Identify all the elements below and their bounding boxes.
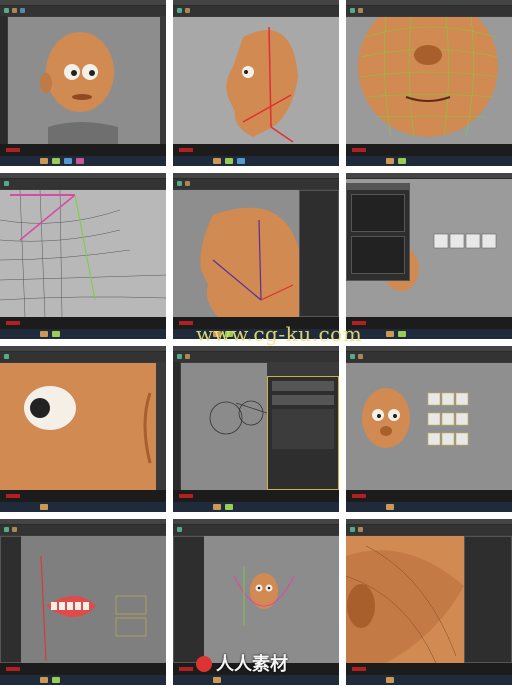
timeline[interactable] [0,317,166,329]
head-joint-render [200,207,299,317]
channel-box[interactable] [299,190,339,317]
tile-teeth-rig [0,519,166,685]
brand-logo-icon [196,656,212,672]
channel-box[interactable] [464,536,512,663]
tile-neck-wireframe [0,173,166,339]
timeline[interactable] [0,663,166,675]
screenshot-grid: www.cg-ku.com 人人素材 [0,0,512,686]
viewport[interactable] [173,17,339,144]
viewport[interactable] [8,17,160,144]
taskbar[interactable] [0,675,166,685]
viewport[interactable] [346,363,512,490]
tool-box[interactable] [173,362,180,490]
face-wireframe-render [358,0,499,138]
control-circles-render [209,400,268,435]
shelf-toolbar[interactable] [346,6,512,16]
viewport[interactable] [173,190,299,317]
head-profile-render [226,26,298,143]
taskbar[interactable] [346,502,512,512]
tile-attribute-editor [173,346,339,512]
shelf-toolbar[interactable] [0,6,166,16]
taskbar[interactable] [173,502,339,512]
taskbar[interactable] [0,329,166,339]
taskbar[interactable] [0,156,166,166]
tile-eye-closeup [0,346,166,512]
viewport[interactable] [21,536,166,663]
watermark-brand-text: 人人素材 [216,654,288,675]
shelf-toolbar[interactable] [0,179,166,189]
tile-face-wireframe [346,0,512,166]
viewport[interactable] [346,536,464,664]
shelf-toolbar[interactable] [0,352,166,362]
viewport[interactable] [0,363,156,490]
shelf-toolbar[interactable] [173,525,339,535]
shelf-toolbar[interactable] [346,352,512,362]
viewport[interactable] [346,0,512,144]
watermark-url: www.cg-ku.com [196,322,363,346]
shelf-toolbar[interactable] [173,6,339,16]
teeth-render [40,555,147,662]
tile-face-controls [346,173,512,339]
shelf-toolbar[interactable] [0,525,166,535]
viewport[interactable] [181,363,268,490]
head-control-render [362,388,469,448]
timeline[interactable] [346,144,512,156]
taskbar[interactable] [173,675,339,685]
timeline[interactable] [346,490,512,502]
outliner-panel[interactable] [0,536,22,663]
shelf-toolbar[interactable] [173,352,339,362]
taskbar[interactable] [346,675,512,685]
tile-head-side [173,0,339,166]
tile-head-controls [346,346,512,512]
eye-render [0,363,156,490]
timeline[interactable] [173,490,339,502]
taskbar[interactable] [346,329,512,339]
outliner-panel[interactable] [173,536,205,663]
timeline[interactable] [173,144,339,156]
timeline[interactable] [346,663,512,675]
tile-head-joints [173,173,339,339]
timeline[interactable] [0,490,166,502]
taskbar[interactable] [173,156,339,166]
tool-box[interactable] [0,16,7,144]
viewport[interactable] [0,189,166,318]
watermark-brand: 人人素材 [196,650,288,676]
viewport[interactable] [204,536,339,663]
mouth-render [346,536,464,664]
head-render [40,32,118,144]
taskbar[interactable] [346,156,512,166]
timeline[interactable] [0,144,166,156]
tile-head-front [0,0,166,166]
neck-wireframe-render [0,189,166,318]
attribute-editor-panel[interactable] [267,376,339,490]
tile-mouth-closeup [346,519,512,685]
shelf-toolbar[interactable] [346,525,512,535]
taskbar[interactable] [0,502,166,512]
small-head-render [233,566,295,626]
graph-editor-window[interactable] [346,183,410,281]
shelf-toolbar[interactable] [173,179,339,189]
timeline[interactable] [346,317,512,329]
